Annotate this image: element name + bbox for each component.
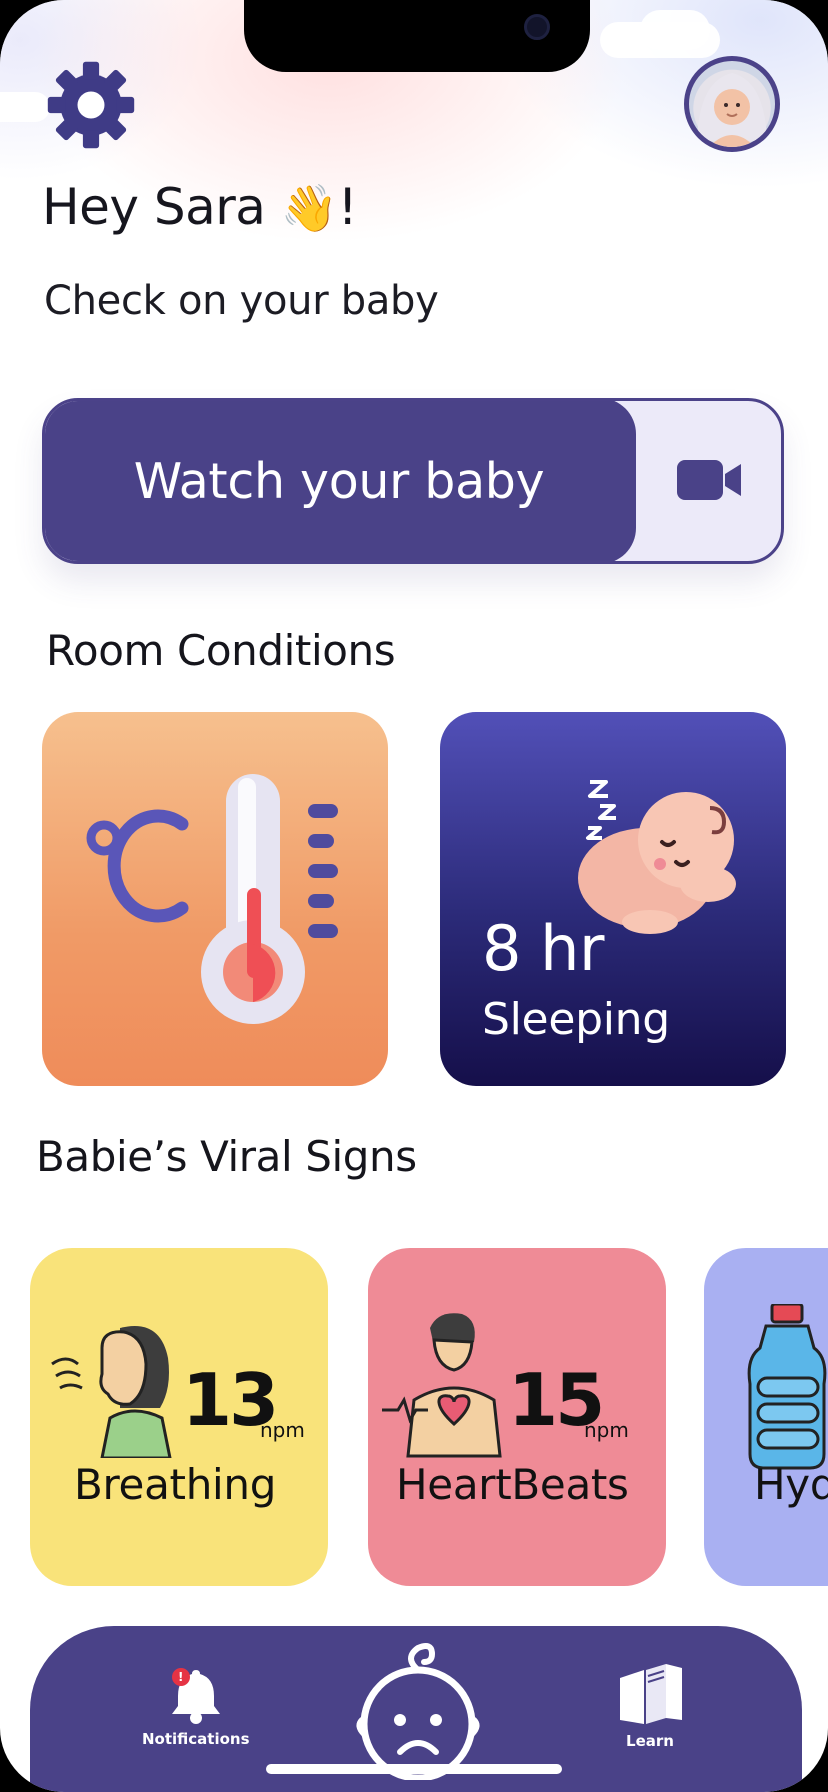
baby-face-icon [356, 1643, 480, 1780]
cloud-decoration [0, 92, 50, 122]
nav-learn-label: Learn [626, 1732, 674, 1750]
heartbeat-person-icon [382, 1313, 502, 1458]
vital-signs-title: Babie’s Viral Signs [36, 1132, 417, 1181]
nav-learn[interactable]: Learn [614, 1660, 686, 1750]
gear-icon[interactable] [46, 60, 136, 150]
front-camera [524, 14, 550, 40]
sleep-card[interactable]: 8 hr Sleeping [440, 712, 786, 1086]
temperature-card[interactable] [42, 712, 388, 1086]
device-notch [244, 0, 590, 72]
sleep-label: Sleeping [482, 994, 670, 1045]
bell-icon-wrap: ! [166, 1664, 226, 1724]
watch-baby-button[interactable]: Watch your baby [42, 398, 784, 564]
heartbeat-card[interactable]: 15 npm HeartBeats [368, 1248, 666, 1586]
notification-badge: ! [171, 1668, 190, 1686]
breathing-label: Breathing [74, 1460, 277, 1509]
heartbeat-label: HeartBeats [396, 1460, 629, 1509]
water-bottle-icon [747, 1304, 827, 1470]
waving-hand-icon: 👋 [280, 181, 338, 235]
books-icon [620, 1664, 682, 1724]
watch-baby-label: Watch your baby [133, 452, 545, 510]
breathing-unit: npm [260, 1418, 305, 1442]
baby-avatar-icon [697, 73, 767, 147]
sleep-duration: 8 hr [482, 912, 604, 985]
hydration-label: Hyd [754, 1460, 828, 1509]
watch-baby-main[interactable]: Watch your baby [45, 401, 636, 561]
greeting-text: Hey Sara [42, 178, 281, 236]
nav-baby-home[interactable] [356, 1640, 480, 1780]
nav-notifications-label: Notifications [142, 1730, 250, 1748]
heartbeat-unit: npm [584, 1418, 629, 1442]
app-screen: Hey Sara 👋! Check on your baby Watch you… [0, 0, 828, 1792]
breathing-person-icon [51, 1326, 172, 1458]
cloud-decoration [640, 10, 710, 50]
page-subtitle: Check on your baby [44, 278, 439, 324]
hydration-card[interactable]: Hyd [704, 1248, 828, 1586]
room-conditions-title: Room Conditions [46, 626, 396, 675]
home-indicator[interactable] [266, 1764, 562, 1774]
breathing-card[interactable]: 13 npm Breathing [30, 1248, 328, 1586]
thermometer-icon [86, 774, 338, 1024]
avatar[interactable] [684, 56, 780, 152]
greeting-punctuation: ! [337, 178, 358, 236]
greeting: Hey Sara 👋! [42, 178, 358, 236]
nav-notifications[interactable]: ! Notifications [142, 1664, 250, 1748]
video-camera-icon[interactable] [677, 458, 743, 502]
